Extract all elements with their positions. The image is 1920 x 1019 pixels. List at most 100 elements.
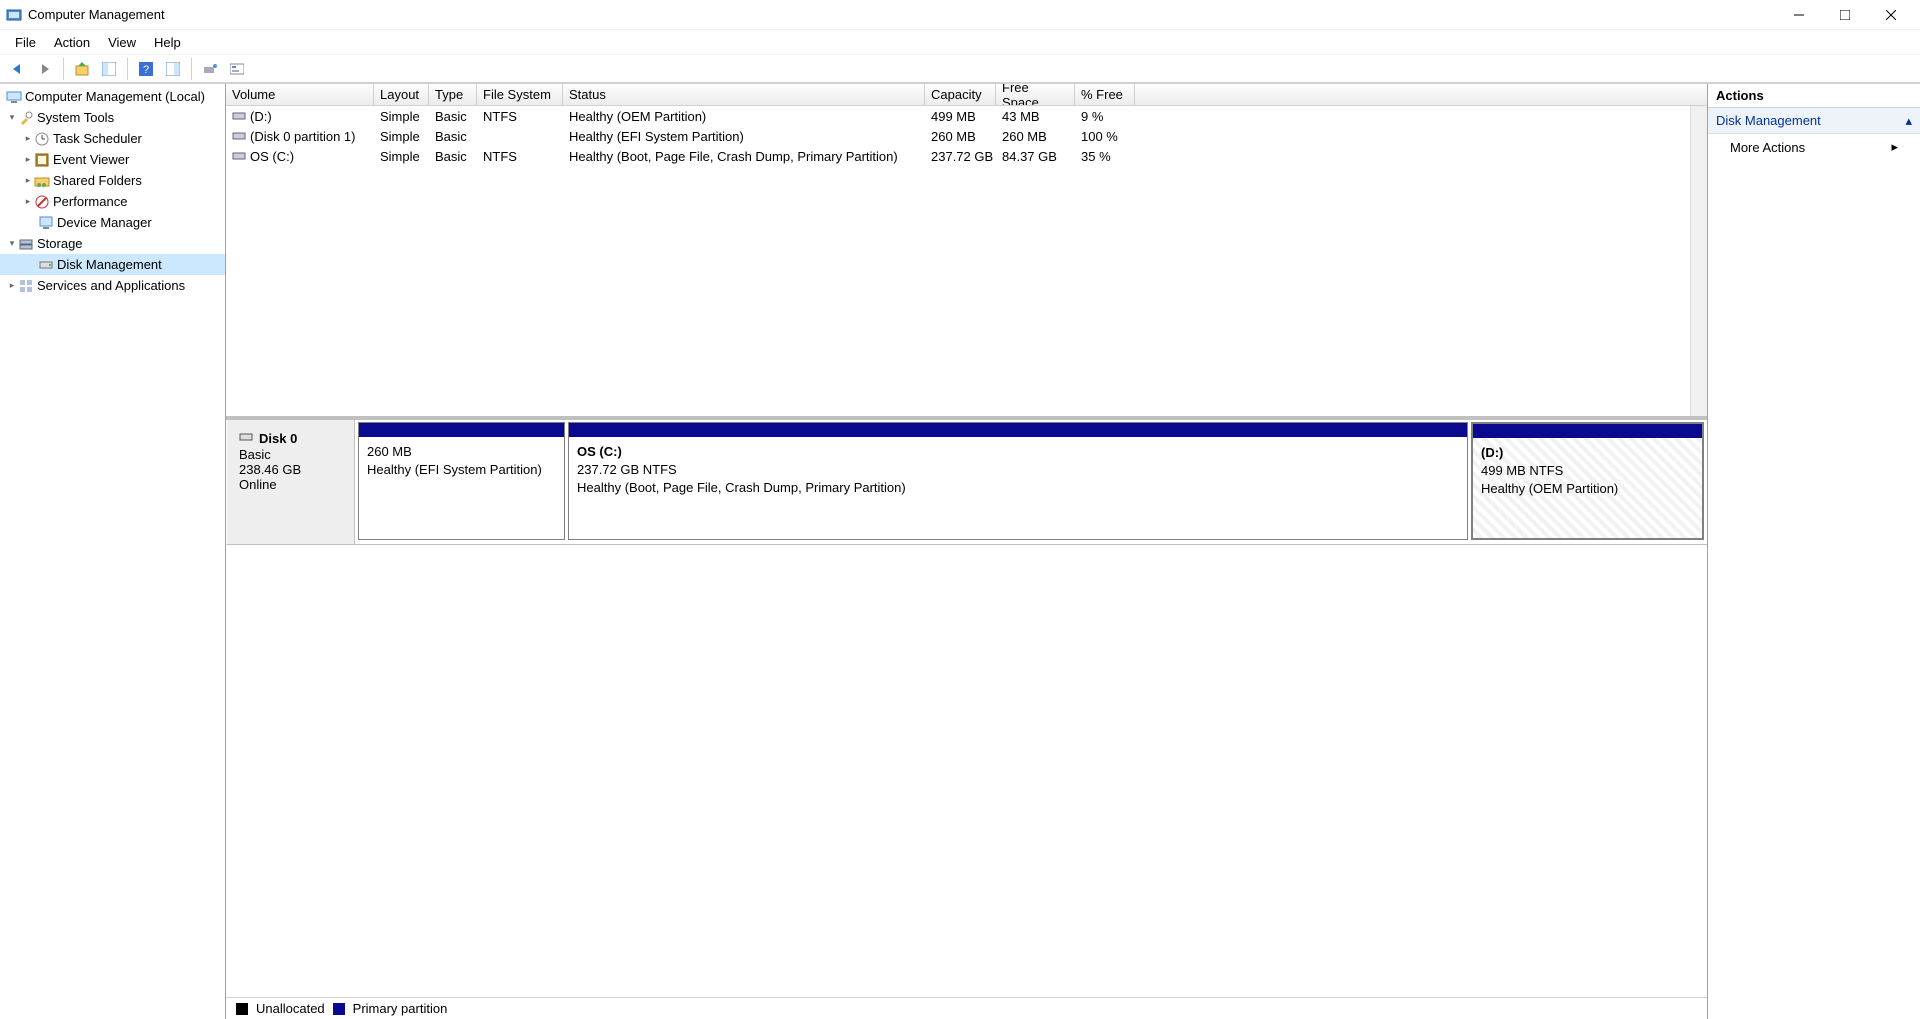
- partition-stripe: [1473, 424, 1702, 438]
- back-button[interactable]: [6, 58, 30, 80]
- tree-item-label: Device Manager: [57, 215, 152, 230]
- toolbar-sep: [127, 58, 128, 80]
- col-capacity[interactable]: Capacity: [925, 84, 996, 105]
- tools-icon: [18, 110, 34, 126]
- tree-item-disk-management[interactable]: Disk Management: [0, 254, 225, 275]
- collapse-icon: ▴: [1905, 113, 1912, 129]
- app-icon: [6, 7, 22, 23]
- actions-title: Actions: [1708, 84, 1920, 108]
- minimize-button[interactable]: [1776, 0, 1822, 30]
- tree-item-label: Storage: [37, 236, 83, 251]
- col-freespace[interactable]: Free Space: [996, 84, 1075, 105]
- swatch-unallocated: [236, 1003, 248, 1015]
- folder-share-icon: [34, 173, 50, 189]
- tree-root-label: Computer Management (Local): [25, 89, 205, 104]
- tree-item-shared-folders[interactable]: ▸ Shared Folders: [0, 170, 225, 191]
- tree-item-label: Shared Folders: [53, 173, 142, 188]
- actions-section-disk-management[interactable]: Disk Management ▴: [1708, 108, 1920, 134]
- col-volume[interactable]: Volume: [226, 84, 374, 105]
- volume-row[interactable]: OS (C:)SimpleBasicNTFSHealthy (Boot, Pag…: [226, 146, 1707, 166]
- partition[interactable]: OS (C:)237.72 GB NTFSHealthy (Boot, Page…: [568, 422, 1468, 540]
- actions-more-label: More Actions: [1730, 140, 1805, 155]
- maximize-button[interactable]: [1822, 0, 1868, 30]
- settings-button[interactable]: [225, 58, 249, 80]
- tree-item-system-tools[interactable]: ▾ System Tools: [0, 107, 225, 128]
- disk-management-pane: Volume Layout Type File System Status Ca…: [226, 84, 1708, 1019]
- tree-item-performance[interactable]: ▸ Performance: [0, 191, 225, 212]
- partition[interactable]: 260 MBHealthy (EFI System Partition): [358, 422, 565, 540]
- toolbar-sep: [191, 58, 192, 80]
- col-status[interactable]: Status: [563, 84, 925, 105]
- volume-row[interactable]: (D:)SimpleBasicNTFSHealthy (OEM Partitio…: [226, 106, 1707, 126]
- window-title: Computer Management: [28, 7, 165, 22]
- show-hide-actions-button[interactable]: [161, 58, 185, 80]
- clock-icon: [34, 131, 50, 147]
- chevron-right-icon[interactable]: ▸: [22, 196, 34, 207]
- volume-list[interactable]: Volume Layout Type File System Status Ca…: [226, 84, 1707, 420]
- menu-action[interactable]: Action: [45, 32, 99, 53]
- actions-more-actions[interactable]: More Actions ▸: [1708, 134, 1920, 160]
- chevron-right-icon[interactable]: ▸: [22, 154, 34, 165]
- col-spacer: [1135, 84, 1707, 105]
- legend-primary: Primary partition: [353, 1001, 448, 1016]
- tree-item-services-applications[interactable]: ▸ Services and Applications: [0, 275, 225, 296]
- volume-row[interactable]: (Disk 0 partition 1)SimpleBasicHealthy (…: [226, 126, 1707, 146]
- disk-state: Online: [239, 477, 342, 492]
- disk-type: Basic: [239, 447, 342, 462]
- tree-item-storage[interactable]: ▾ Storage: [0, 233, 225, 254]
- partition-stripe: [569, 423, 1467, 437]
- tree-item-label: Performance: [53, 194, 127, 209]
- tree-item-event-viewer[interactable]: ▸ Event Viewer: [0, 149, 225, 170]
- disk-row[interactable]: Disk 0 Basic 238.46 GB Online 260 MBHeal…: [226, 420, 1707, 545]
- svg-text:?: ?: [143, 64, 149, 76]
- col-filesystem[interactable]: File System: [477, 84, 563, 105]
- toolbar: ?: [0, 55, 1920, 83]
- tree-item-label: System Tools: [37, 110, 114, 125]
- close-button[interactable]: [1868, 0, 1914, 30]
- disk-title-text: Disk 0: [259, 431, 297, 446]
- menu-view[interactable]: View: [99, 32, 145, 53]
- up-button[interactable]: [70, 58, 94, 80]
- device-icon: [38, 215, 54, 231]
- chevron-down-icon[interactable]: ▾: [6, 238, 18, 249]
- forward-button[interactable]: [33, 58, 57, 80]
- chevron-down-icon[interactable]: ▾: [6, 112, 18, 123]
- chevron-right-icon[interactable]: ▸: [6, 280, 18, 291]
- refresh-button[interactable]: [198, 58, 222, 80]
- actions-section-label: Disk Management: [1716, 113, 1821, 128]
- show-hide-tree-button[interactable]: [97, 58, 121, 80]
- disk-icon: [239, 430, 253, 447]
- disk-info[interactable]: Disk 0 Basic 238.46 GB Online: [227, 420, 355, 544]
- tree-item-label: Event Viewer: [53, 152, 129, 167]
- menu-help[interactable]: Help: [145, 32, 190, 53]
- book-icon: [34, 152, 50, 168]
- partition[interactable]: (D:)499 MB NTFSHealthy (OEM Partition): [1471, 422, 1704, 540]
- storage-icon: [18, 236, 34, 252]
- legend: Unallocated Primary partition: [226, 997, 1707, 1019]
- scrollbar[interactable]: [1690, 106, 1707, 416]
- help-button[interactable]: ?: [134, 58, 158, 80]
- tree-item-label: Services and Applications: [37, 278, 185, 293]
- navigation-tree[interactable]: Computer Management (Local) ▾ System Too…: [0, 84, 226, 1019]
- toolbar-sep: [63, 58, 64, 80]
- actions-pane: Actions Disk Management ▴ More Actions ▸: [1708, 84, 1920, 1019]
- tree-item-label: Disk Management: [57, 257, 162, 272]
- tree-item-device-manager[interactable]: Device Manager: [0, 212, 225, 233]
- chevron-right-icon[interactable]: ▸: [22, 175, 34, 186]
- computer-icon: [6, 89, 22, 105]
- disk-icon: [38, 257, 54, 273]
- tree-root[interactable]: Computer Management (Local): [0, 86, 225, 107]
- swatch-primary: [333, 1003, 345, 1015]
- legend-unallocated: Unallocated: [256, 1001, 325, 1016]
- menu-file[interactable]: File: [6, 32, 45, 53]
- col-type[interactable]: Type: [429, 84, 477, 105]
- tree-item-task-scheduler[interactable]: ▸ Task Scheduler: [0, 128, 225, 149]
- col-pctfree[interactable]: % Free: [1075, 84, 1135, 105]
- partition-stripe: [359, 423, 564, 437]
- menubar: File Action View Help: [0, 30, 1920, 55]
- chevron-right-icon[interactable]: ▸: [22, 133, 34, 144]
- col-layout[interactable]: Layout: [374, 84, 429, 105]
- titlebar: Computer Management: [0, 0, 1920, 30]
- disk-size: 238.46 GB: [239, 462, 342, 477]
- disk-graphics[interactable]: Disk 0 Basic 238.46 GB Online 260 MBHeal…: [226, 420, 1707, 997]
